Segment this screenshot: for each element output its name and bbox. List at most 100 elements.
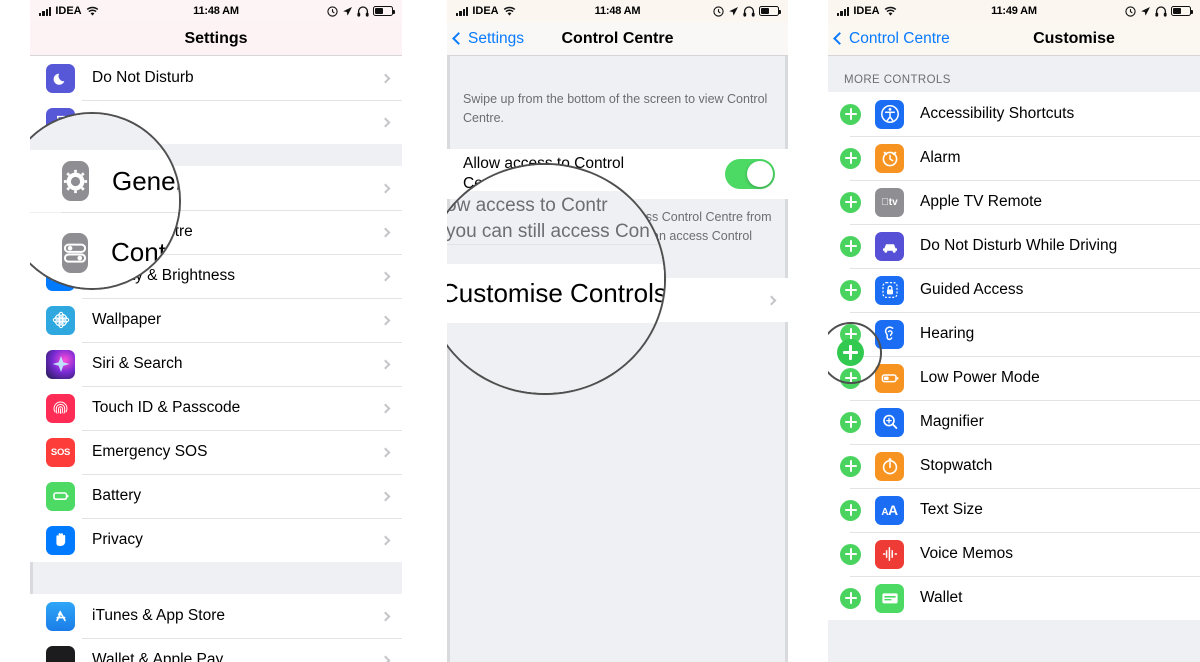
more-controls-list: Accessibility Shortcuts Alarm tv Apple T… [828, 92, 1200, 620]
panel2-right-edge [785, 0, 788, 662]
battery-icon [373, 6, 396, 16]
status-bar: IDEA 11:48 AM [447, 0, 788, 22]
settings-row-wallet-apple-pay[interactable]: Wallet & Apple Pay [30, 638, 402, 662]
settings-row-emergency-sos[interactable]: SOS Emergency SOS [30, 430, 402, 474]
row-label: Wallpaper [92, 311, 162, 328]
panel2-navbar: Settings Control Centre [447, 22, 788, 56]
highlighted-add-icon-hearing[interactable] [837, 339, 864, 366]
section-header-more-controls: MORE CONTROLS [828, 56, 1200, 92]
add-icon[interactable] [840, 191, 861, 213]
settings-row-siri-search[interactable]: Siri & Search [30, 342, 402, 386]
page-title: Settings [184, 29, 248, 47]
status-time: 11:49 AM [991, 5, 1037, 17]
wallet-icon [46, 645, 75, 662]
chevron-right-icon [380, 117, 391, 127]
row-label: Hearing [920, 325, 975, 342]
allow-access-toggle[interactable] [725, 158, 775, 189]
status-bar: IDEA 11:48 AM [30, 0, 402, 22]
text-size-icon: AA [875, 495, 904, 525]
add-icon[interactable] [840, 103, 861, 125]
row-label: Low Power Mode [920, 369, 1040, 386]
chevron-right-icon [380, 359, 391, 369]
car-icon [875, 231, 904, 261]
control-row-hearing[interactable]: Hearing [828, 312, 1200, 356]
settings-row-privacy[interactable]: Privacy [30, 518, 402, 562]
low-battery-icon [875, 363, 904, 393]
control-row-magnifier[interactable]: Magnifier [828, 400, 1200, 444]
stopwatch-icon [875, 451, 904, 481]
control-row-text-size[interactable]: AA Text Size [828, 488, 1200, 532]
add-icon[interactable] [840, 279, 861, 301]
magnified-note-fragment: ow access to Contr you can still access C… [447, 191, 664, 248]
magnified-toggles-icon [62, 232, 88, 273]
wallet-icon [875, 583, 904, 613]
back-label: Control Centre [849, 29, 950, 47]
lock-icon [875, 275, 904, 305]
settings-row-itunes-app-store[interactable]: iTunes & App Store [30, 594, 402, 638]
row-label: Wallet [920, 589, 963, 606]
chevron-right-icon [380, 447, 391, 457]
control-row-do-not-disturb-while-driving[interactable]: Do Not Disturb While Driving [828, 224, 1200, 268]
page-title: Customise [1033, 29, 1115, 47]
chevron-right-icon [380, 403, 391, 413]
magnified-customise-controls-label: Customise Controls [447, 278, 666, 308]
row-label: Do Not Disturb [92, 69, 194, 86]
control-row-alarm[interactable]: Alarm [828, 136, 1200, 180]
back-button-control-centre[interactable]: Control Centre [833, 29, 950, 48]
control-row-voice-memos[interactable]: Voice Memos [828, 532, 1200, 576]
panel2-screen: IDEA 11:48 AM Settings Control Centre Sw… [447, 0, 788, 662]
status-time: 11:48 AM [193, 5, 239, 17]
add-icon[interactable] [840, 147, 861, 169]
row-label: Alarm [920, 149, 961, 166]
phone-panel-control-centre: IDEA 11:48 AM Settings Control Centre Sw… [416, 0, 800, 662]
control-row-apple-tv-remote[interactable]: tv Apple TV Remote [828, 180, 1200, 224]
add-icon[interactable] [840, 499, 861, 521]
settings-group-stores: iTunes & App Store Wallet & Apple Pay [30, 594, 402, 662]
moon-icon [46, 63, 75, 93]
battery-icon [1171, 6, 1194, 16]
voice-memos-icon [875, 539, 904, 569]
row-label: iTunes & App Store [92, 607, 225, 624]
battery-icon [759, 6, 782, 16]
panel3-screen: IDEA 11:49 AM Control Centre Customise M… [828, 0, 1200, 662]
hand-icon [46, 525, 75, 555]
settings-row-battery[interactable]: Battery [30, 474, 402, 518]
add-icon[interactable] [840, 587, 861, 609]
control-row-accessibility-shortcuts[interactable]: Accessibility Shortcuts [828, 92, 1200, 136]
add-icon[interactable] [840, 411, 861, 433]
row-label: Stopwatch [920, 457, 993, 474]
app-store-icon [46, 601, 75, 631]
chevron-right-icon [380, 227, 391, 237]
control-row-stopwatch[interactable]: Stopwatch [828, 444, 1200, 488]
siri-icon [46, 349, 75, 379]
back-label: Settings [468, 29, 525, 47]
group-separator [30, 562, 402, 594]
row-label: Guided Access [920, 281, 1024, 298]
row-label: Battery [92, 487, 142, 504]
back-button-settings[interactable]: Settings [452, 29, 525, 48]
chevron-right-icon [380, 655, 391, 662]
settings-row-touch-id-passcode[interactable]: Touch ID & Passcode [30, 386, 402, 430]
settings-row-do-not-disturb[interactable]: Do Not Disturb [30, 56, 402, 100]
control-row-guided-access[interactable]: Guided Access [828, 268, 1200, 312]
row-label: Magnifier [920, 413, 984, 430]
control-row-wallet[interactable]: Wallet [828, 576, 1200, 620]
add-icon[interactable] [840, 235, 861, 257]
add-icon[interactable] [840, 455, 861, 477]
row-label: Voice Memos [920, 545, 1014, 562]
magnified-gear-icon [62, 161, 89, 201]
settings-row-wallpaper[interactable]: Wallpaper [30, 298, 402, 342]
control-row-low-power-mode[interactable]: Low Power Mode [828, 356, 1200, 400]
flower-icon [46, 305, 75, 335]
add-icon[interactable] [840, 543, 861, 565]
chevron-right-icon [380, 183, 391, 193]
row-label: Wallet & Apple Pay [92, 651, 224, 662]
chevron-left-icon [452, 32, 465, 45]
panel3-bottom-gap [828, 646, 1200, 662]
magnifier-customise-controls: ow access to Contr you can still access C… [447, 163, 666, 395]
panel1-navbar: Settings [30, 22, 402, 56]
chevron-right-icon [766, 295, 777, 305]
phone-panel-customise: IDEA 11:49 AM Control Centre Customise M… [828, 0, 1200, 662]
status-bar: IDEA 11:49 AM [828, 0, 1200, 22]
chevron-right-icon [380, 491, 391, 501]
